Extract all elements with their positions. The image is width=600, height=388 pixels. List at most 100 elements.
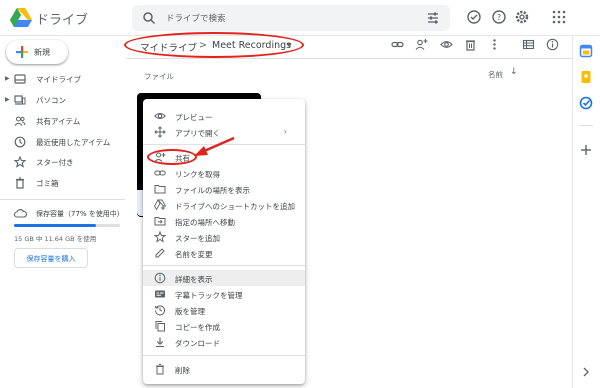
sort-by-name-label[interactable]: 名前 <box>488 69 503 80</box>
link-icon[interactable] <box>391 38 404 51</box>
google-drive-logo-icon[interactable] <box>10 7 32 27</box>
menu-item-details[interactable]: 詳細を表示 <box>143 270 305 286</box>
more-icon[interactable] <box>488 38 501 51</box>
download-icon <box>156 337 164 348</box>
sidebar-item-label: スター付き <box>36 158 74 167</box>
search-icon[interactable] <box>142 11 156 25</box>
keep-icon[interactable] <box>579 70 593 84</box>
menu-item-add-star[interactable]: スターを追加 <box>143 229 305 245</box>
copy-icon <box>155 321 165 332</box>
menu-item-preview[interactable]: プレビュー <box>143 108 305 124</box>
svg-text:?: ? <box>497 13 501 22</box>
delete-icon <box>156 364 164 375</box>
top-bar: ドライブ ドライブで検索 ? <box>0 0 600 36</box>
info-icon[interactable] <box>546 38 559 51</box>
sidebar-item-label: 最近使用したアイテム <box>36 138 111 147</box>
menu-item-label: 詳細を表示 <box>175 275 213 284</box>
list-view-icon[interactable] <box>522 38 535 51</box>
menu-item-label: リンクを取得 <box>175 170 220 179</box>
sidebar-item-shared[interactable]: 共有アイテム <box>0 112 120 130</box>
storage-detail: 15 GB 中 11.64 GB を使用 <box>14 235 97 243</box>
preview-icon[interactable] <box>440 38 453 51</box>
breadcrumb-root[interactable]: マイドライブ <box>140 40 197 54</box>
eye-icon <box>154 113 166 119</box>
drive-icon <box>14 74 26 84</box>
search-options-icon[interactable] <box>426 11 440 25</box>
cloud-icon <box>14 208 27 218</box>
breadcrumb-current[interactable]: Meet Recordings <box>212 40 291 51</box>
menu-item-label: プレビュー <box>175 113 213 122</box>
menu-item-add-shortcut[interactable]: ドライブへのショートカットを追加 <box>143 197 305 213</box>
plus-icon <box>16 46 28 58</box>
storage-label: 保存容量（77% を使用中） <box>36 210 124 218</box>
sidebar-item-label: ゴミ箱 <box>36 179 59 188</box>
new-button[interactable]: 新規 <box>6 40 68 64</box>
buy-storage-label: 保存容量を購入 <box>26 255 76 263</box>
settings-icon[interactable] <box>514 9 530 25</box>
menu-item-versions[interactable]: 版を管理 <box>143 302 305 318</box>
chevron-right-icon: › <box>283 127 287 136</box>
rename-icon <box>155 248 165 258</box>
chevron-down-icon[interactable]: ▼ <box>287 42 292 49</box>
menu-item-label: 字幕トラックを管理 <box>175 291 243 300</box>
chevron-right-icon[interactable] <box>579 365 593 379</box>
menu-item-label: コピーを作成 <box>175 323 220 332</box>
recent-icon <box>14 136 26 148</box>
files-section-label: ファイル <box>144 72 174 81</box>
offline-check-icon[interactable] <box>466 9 482 25</box>
storage-progress-fill <box>14 224 96 227</box>
menu-item-captions[interactable]: 字幕トラックを管理 <box>143 286 305 302</box>
menu-item-label: ファイルの場所を表示 <box>175 186 250 195</box>
menu-item-download[interactable]: ダウンロード <box>143 334 305 350</box>
folder-icon <box>154 185 166 194</box>
menu-separator <box>143 355 305 356</box>
search-placeholder: ドライブで検索 <box>166 14 226 24</box>
expand-arrow-icon[interactable]: ▶ <box>5 96 10 103</box>
menu-item-get-link[interactable]: リンクを取得 <box>143 165 305 181</box>
menu-item-copy[interactable]: コピーを作成 <box>143 318 305 334</box>
sidebar-item-label: マイドライブ <box>36 75 81 84</box>
tasks-icon[interactable] <box>579 96 593 110</box>
link-icon <box>154 170 166 176</box>
menu-item-label: 版を管理 <box>175 307 205 316</box>
side-panel <box>572 36 600 388</box>
menu-item-move[interactable]: 指定の場所へ移動 <box>143 213 305 229</box>
star-icon <box>154 231 166 243</box>
sidebar-item-label: パソコン <box>36 96 66 105</box>
menu-item-rename[interactable]: 名前を変更 <box>143 245 305 261</box>
menu-item-label: 名前を変更 <box>175 250 213 259</box>
menu-item-label: ダウンロード <box>175 339 220 348</box>
delete-icon[interactable] <box>464 38 477 51</box>
menu-item-label: スターを追加 <box>175 234 220 243</box>
app-title[interactable]: ドライブ <box>36 9 88 28</box>
add-person-icon[interactable] <box>415 38 428 51</box>
move-icon <box>154 217 166 226</box>
expand-arrow-icon[interactable]: ▶ <box>5 75 10 82</box>
open-with-icon <box>154 126 166 138</box>
sidebar-item-starred[interactable]: スター付き <box>0 153 120 171</box>
sidebar-item-trash[interactable]: ゴミ箱 <box>0 174 120 192</box>
calendar-icon[interactable] <box>579 44 593 58</box>
buy-storage-button[interactable]: 保存容量を購入 <box>14 248 88 268</box>
side-panel-divider <box>580 125 593 126</box>
sidebar-item-my-drive[interactable]: ▶ マイドライブ <box>0 70 120 88</box>
help-icon[interactable]: ? <box>491 9 507 25</box>
new-button-label: 新規 <box>34 48 50 57</box>
breadcrumb-separator: > <box>199 40 207 51</box>
sort-direction-icon[interactable]: ↓ <box>510 67 518 77</box>
sidebar-divider <box>0 199 125 200</box>
captions-icon <box>155 290 165 298</box>
add-icon[interactable] <box>579 143 593 157</box>
versions-icon <box>154 305 165 316</box>
sidebar-item-computers[interactable]: ▶ パソコン <box>0 91 120 109</box>
menu-separator <box>143 265 305 266</box>
shared-icon <box>14 116 26 126</box>
menu-item-show-location[interactable]: ファイルの場所を表示 <box>143 181 305 197</box>
annotation-arrow-icon <box>194 136 235 156</box>
storage-progress-bar <box>14 224 120 227</box>
sidebar-item-recent[interactable]: 最近使用したアイテム <box>0 133 120 151</box>
search-bar[interactable]: ドライブで検索 <box>132 5 450 31</box>
menu-item-delete[interactable]: 削除 <box>143 361 305 377</box>
apps-grid-icon[interactable] <box>551 9 567 25</box>
info-icon <box>154 272 166 284</box>
